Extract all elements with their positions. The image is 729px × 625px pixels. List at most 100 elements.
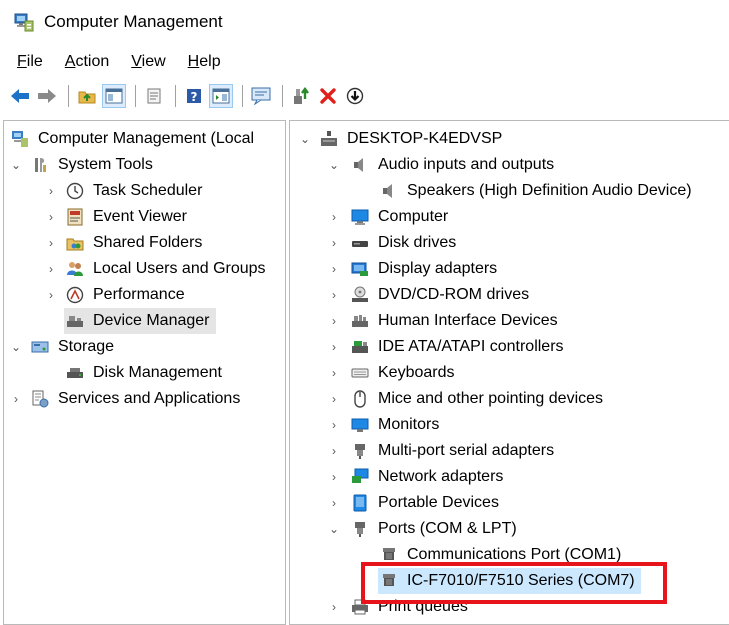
chevron-right-icon[interactable]: › [327, 360, 341, 386]
up-one-level-button[interactable] [75, 84, 99, 108]
device-category-display-adapters[interactable]: Display adapters [351, 256, 497, 282]
chevron-down-icon[interactable]: ⌄ [9, 334, 23, 360]
highlight-box [361, 562, 667, 604]
tree-node-event-viewer[interactable]: Event Viewer [66, 204, 187, 230]
keyboard-icon [351, 364, 369, 382]
chevron-right-icon[interactable]: › [327, 308, 341, 334]
device-category-ide[interactable]: IDE ATA/ATAPI controllers [351, 334, 564, 360]
computer-management-icon [11, 130, 29, 148]
action-pane-button[interactable] [209, 84, 233, 108]
device-label-dvd: DVD/CD-ROM drives [378, 286, 530, 303]
device-category-keyboards[interactable]: Keyboards [351, 360, 455, 386]
tree-node-shared-folders[interactable]: Shared Folders [66, 230, 202, 256]
monitor-chat-icon [251, 87, 271, 105]
toolbar-separator [68, 85, 69, 107]
help-button[interactable]: ? [182, 84, 206, 108]
chevron-right-icon[interactable]: › [327, 334, 341, 360]
device-category-disk-drives[interactable]: Disk drives [351, 230, 456, 256]
device-category-audio[interactable]: Audio inputs and outputs [351, 152, 554, 178]
chevron-right-icon[interactable]: › [327, 282, 341, 308]
chevron-right-icon[interactable]: › [327, 412, 341, 438]
device-tree-pane[interactable]: ⌄ DESKTOP-K4EDVSP ⌄ Audio inputs and out… [289, 120, 729, 625]
chevron-right-icon[interactable]: › [44, 256, 58, 282]
uninstall-button[interactable] [316, 84, 340, 108]
tree-node-disk-management[interactable]: Disk Management [66, 360, 222, 386]
portable-device-icon [351, 494, 369, 512]
device-label-mice: Mice and other pointing devices [378, 390, 604, 407]
chevron-right-icon[interactable]: › [327, 490, 341, 516]
toolbar: ? [8, 82, 370, 110]
action-pane-icon [212, 88, 230, 104]
show-hide-console-tree-button[interactable] [102, 84, 126, 108]
tree-node-system-tools[interactable]: System Tools [31, 152, 153, 178]
console-tree-pane[interactable]: Computer Management (Local ⌄ System Tool… [3, 120, 286, 625]
device-category-monitors[interactable]: Monitors [351, 412, 439, 438]
tree-node-local-users[interactable]: Local Users and Groups [66, 256, 266, 282]
toolbar-separator [242, 85, 243, 107]
menu-help[interactable]: Help [188, 53, 221, 71]
connect-button[interactable] [249, 84, 273, 108]
menu-view[interactable]: View [131, 53, 165, 71]
device-node-computer-name[interactable]: DESKTOP-K4EDVSP [320, 126, 502, 152]
chevron-right-icon[interactable]: › [327, 386, 341, 412]
menu-file[interactable]: File [17, 53, 43, 71]
device-label-speakers: Speakers (High Definition Audio Device) [407, 182, 692, 199]
chevron-down-icon[interactable]: ⌄ [327, 516, 341, 542]
tree-label-root: Computer Management (Local [38, 130, 255, 147]
device-category-dvd[interactable]: DVD/CD-ROM drives [351, 282, 529, 308]
properties-button[interactable] [142, 84, 166, 108]
chevron-right-icon[interactable]: › [44, 230, 58, 256]
device-category-hid[interactable]: Human Interface Devices [351, 308, 558, 334]
device-item-speakers[interactable]: Speakers (High Definition Audio Device) [380, 178, 692, 204]
device-label-computer: Computer [378, 208, 449, 225]
chevron-right-icon[interactable]: › [327, 438, 341, 464]
chevron-right-icon[interactable]: › [44, 282, 58, 308]
chevron-right-icon[interactable]: › [327, 204, 341, 230]
tree-node-root[interactable]: Computer Management (Local [11, 126, 254, 152]
chevron-right-icon[interactable]: › [327, 256, 341, 282]
menu-action[interactable]: Action [65, 53, 109, 71]
hid-icon [351, 312, 369, 330]
tree-node-storage[interactable]: Storage [31, 334, 114, 360]
tree-node-task-scheduler[interactable]: Task Scheduler [66, 178, 202, 204]
tree-node-performance[interactable]: Performance [66, 282, 185, 308]
chevron-right-icon[interactable]: › [44, 204, 58, 230]
users-icon [66, 260, 84, 278]
update-driver-icon [294, 87, 309, 104]
storage-icon [31, 338, 49, 356]
chevron-right-icon[interactable]: › [9, 386, 23, 412]
device-category-mice[interactable]: Mice and other pointing devices [351, 386, 603, 412]
tree-node-device-manager[interactable]: Device Manager [64, 308, 216, 334]
device-label-hid: Human Interface Devices [378, 312, 558, 329]
dvd-drive-icon [351, 286, 369, 304]
device-category-portable[interactable]: Portable Devices [351, 490, 499, 516]
device-category-network[interactable]: Network adapters [351, 464, 503, 490]
folder-up-icon [78, 91, 96, 104]
device-category-multiport[interactable]: Multi-port serial adapters [351, 438, 554, 464]
services-icon [31, 390, 49, 408]
tree-label-storage: Storage [58, 338, 115, 355]
chevron-right-icon[interactable]: › [327, 594, 341, 620]
clock-icon [66, 182, 84, 200]
monitor-icon [351, 208, 369, 226]
back-button[interactable] [8, 84, 32, 108]
device-label-network: Network adapters [378, 468, 504, 485]
chevron-down-icon[interactable]: ⌄ [9, 152, 23, 178]
device-label-monitors: Monitors [378, 416, 440, 433]
chevron-right-icon[interactable]: › [327, 464, 341, 490]
tools-icon [31, 156, 49, 174]
chevron-right-icon[interactable]: › [327, 230, 341, 256]
disk-management-icon [66, 364, 84, 382]
tree-node-services[interactable]: Services and Applications [31, 386, 240, 412]
update-driver-button[interactable] [289, 84, 313, 108]
forward-button[interactable] [35, 84, 59, 108]
device-category-computer[interactable]: Computer [351, 204, 448, 230]
tree-label-event-viewer: Event Viewer [93, 208, 187, 225]
scan-hardware-button[interactable] [343, 84, 367, 108]
device-category-ports[interactable]: Ports (COM & LPT) [351, 516, 517, 542]
network-adapter-icon [351, 468, 369, 486]
chevron-right-icon[interactable]: › [44, 178, 58, 204]
chevron-down-icon[interactable]: ⌄ [327, 152, 341, 178]
device-label-multiport: Multi-port serial adapters [378, 442, 555, 459]
chevron-down-icon[interactable]: ⌄ [298, 126, 312, 152]
